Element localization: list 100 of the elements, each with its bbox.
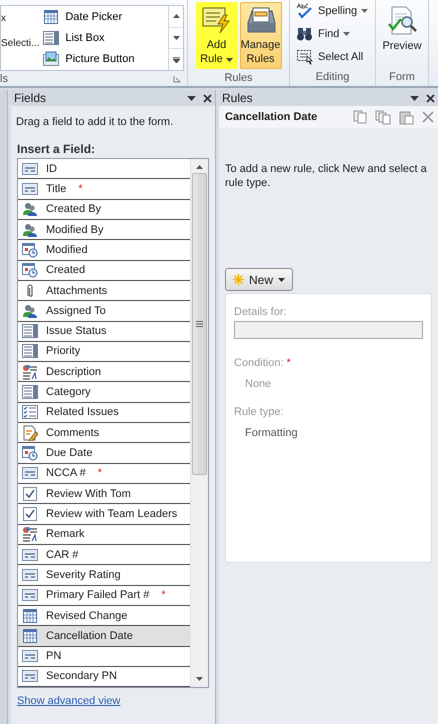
field-item[interactable]: Title * (18, 179, 190, 200)
field-item[interactable]: Category (18, 382, 190, 403)
caret-icon (410, 96, 419, 100)
people-icon (22, 201, 38, 218)
preview-button[interactable]: Preview (380, 3, 424, 68)
select-all-icon (296, 48, 314, 65)
details-label: Details for: (234, 306, 288, 318)
scroll-down-icon[interactable] (172, 36, 180, 40)
field-item[interactable]: Remark (18, 524, 190, 545)
text-field-icon (22, 648, 38, 664)
paste-icon[interactable] (399, 110, 414, 124)
text-field-icon (22, 566, 38, 583)
more-icon[interactable] (172, 56, 180, 63)
text-field-icon (22, 546, 38, 563)
picture-button-icon (43, 51, 60, 68)
sparkle-icon (233, 274, 244, 285)
calendar-icon (22, 628, 38, 644)
scrollbar[interactable] (190, 159, 208, 687)
gallery-scrollbar[interactable] (168, 6, 183, 70)
calendar-icon (43, 8, 60, 25)
field-item[interactable]: Issue Status (18, 322, 190, 342)
delete-icon[interactable] (422, 111, 434, 123)
field-item[interactable]: Related Issues (18, 402, 190, 424)
field-item[interactable]: Review with Team Leaders (18, 504, 190, 525)
gallery-item[interactable]: x (1, 13, 40, 24)
rule-type-label: Rule type: (234, 406, 285, 418)
field-item[interactable]: NCCA # * (18, 464, 190, 484)
pane-hint: Drag a field to add it to the form. (15, 115, 174, 128)
field-item[interactable]: Severity Rating (18, 565, 190, 586)
copy-all-icon[interactable] (375, 110, 391, 124)
field-item[interactable]: Cancellation Date (18, 626, 190, 646)
gallery-item[interactable]: Selecti... (1, 38, 40, 49)
spelling-button[interactable]: Spelling (294, 2, 371, 20)
copy-icon[interactable] (353, 110, 367, 124)
rich-text-icon (22, 526, 38, 542)
field-item[interactable]: Description (18, 362, 190, 382)
section-heading: Insert a Field: (16, 141, 96, 158)
required-mark: * (78, 182, 83, 195)
calendar-clock-icon (22, 242, 38, 258)
rich-text-icon (22, 364, 38, 380)
gallery-item[interactable]: Date Picker (43, 8, 164, 25)
close-icon[interactable] (426, 94, 435, 102)
spell-check-icon (296, 3, 314, 20)
close-icon[interactable] (203, 94, 212, 102)
field-item[interactable]: Created By (18, 200, 190, 220)
dialog-launcher-icon[interactable] (173, 74, 181, 82)
field-item[interactable]: Secondary PN (18, 666, 190, 688)
field-item[interactable]: Review With Tom (18, 484, 190, 504)
group-label: Editing (316, 71, 350, 83)
calendar-icon (22, 608, 38, 624)
gallery-item[interactable]: List Box (43, 30, 164, 46)
gallery-item[interactable]: Picture Button (43, 51, 164, 68)
select-button[interactable]: Select All (294, 48, 371, 66)
group-label: Form (389, 71, 415, 83)
scroll-up-icon[interactable] (172, 14, 180, 18)
text-field-icon (22, 465, 38, 482)
checkbox-icon (22, 486, 38, 502)
field-item[interactable]: Assigned To (18, 301, 190, 322)
field-item[interactable]: Primary Failed Part # * (18, 586, 190, 606)
note-pencil-icon (22, 424, 38, 441)
condition-label: Condition: (234, 357, 284, 369)
calendar-clock-icon (22, 262, 38, 278)
field-item[interactable]: Priority (18, 342, 190, 362)
rule-type-value: Formatting (244, 426, 299, 439)
find-button[interactable]: Find (294, 24, 371, 43)
checkbox-icon (22, 506, 38, 522)
list-box-icon (43, 30, 60, 46)
required-mark: * (161, 589, 166, 602)
text-field-icon (22, 180, 38, 197)
field-item[interactable]: Comments (18, 423, 190, 444)
group-label: ls (0, 72, 8, 84)
grip-icon[interactable] (196, 321, 203, 327)
field-item[interactable]: Due Date (18, 443, 190, 464)
scroll-up-icon[interactable] (196, 165, 203, 169)
text-field-icon (22, 160, 38, 177)
condition-value: None (244, 377, 272, 390)
list-box-icon (22, 343, 38, 360)
field-item[interactable]: Modified (18, 240, 190, 261)
manage-rules-button[interactable]: Manage Rules (240, 2, 282, 69)
people-icon (22, 302, 38, 319)
new-rule-button[interactable]: New (225, 268, 294, 291)
field-item[interactable]: Created (18, 260, 190, 281)
instruction-text: To add a new rule, click New and select a rule type. (224, 162, 428, 190)
text-field-icon (22, 668, 38, 684)
required-mark: * (286, 357, 291, 369)
field-item[interactable]: Attachments (18, 280, 190, 302)
field-item[interactable]: Modified By (18, 220, 190, 240)
field-item[interactable]: CAR # (18, 544, 190, 566)
card-file-icon (244, 5, 276, 35)
advanced-view-link[interactable]: Show advanced view (11, 688, 126, 707)
group-label: Rules (224, 72, 253, 84)
checklist-icon (22, 404, 38, 420)
calendar-clock-icon (22, 445, 38, 462)
field-item[interactable]: PN (18, 646, 190, 667)
field-item[interactable]: ID (18, 159, 190, 180)
add-rule-button[interactable]: Add Rule (196, 2, 238, 69)
pane-title: Rules (222, 91, 253, 105)
details-input-field[interactable] (234, 321, 423, 339)
selected-field-name: Cancellation Date (225, 111, 318, 123)
scroll-down-icon[interactable] (196, 677, 203, 681)
